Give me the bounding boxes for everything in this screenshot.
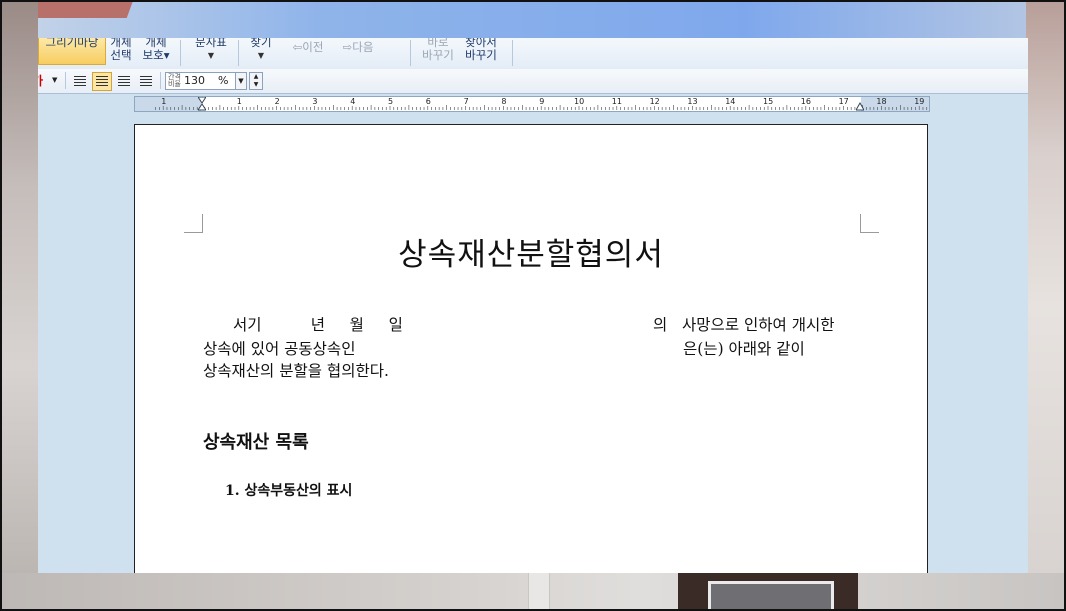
building-window	[678, 573, 858, 611]
next-button[interactable]: ⇨다음	[334, 38, 382, 68]
ruler-label: 7	[463, 97, 469, 106]
quick-replace-label-2: 바꾸기	[422, 48, 454, 62]
subsection-heading: 1. 상속부동산의 표시	[225, 483, 353, 499]
align-right-icon	[140, 76, 152, 87]
body-line-1-left: 서기 년 월 일	[233, 316, 403, 334]
align-left-button[interactable]	[92, 72, 112, 91]
drawing-mode-label: 그리기마당	[45, 38, 99, 49]
toolbar-separator	[160, 72, 161, 89]
ribbon-separator	[180, 40, 181, 66]
ruler-label: 12	[649, 97, 660, 106]
chevron-down-icon: ▼	[52, 76, 58, 84]
font-color-button[interactable]: 가	[38, 72, 50, 89]
body-line-2-right: 은(는) 아래와 같이	[683, 340, 805, 358]
section-heading: 상속재산 목록	[203, 432, 309, 453]
body-line-1-right: 의 사망으로 인하여 개시한	[653, 316, 835, 334]
left-wall	[0, 0, 38, 611]
ruler-label: 13	[687, 97, 698, 106]
font-color-dropdown[interactable]: ▼	[52, 72, 60, 89]
body-line-3: 상속재산의 분할을 협의한다.	[203, 362, 389, 380]
align-center-icon	[118, 76, 130, 87]
drawing-mode-button[interactable]: 그리기마당	[38, 38, 106, 65]
line-spacing-dropdown[interactable]: ▼	[235, 72, 247, 90]
align-justify-icon	[74, 76, 86, 87]
ruler-label: 11	[611, 97, 622, 106]
find-button[interactable]: 찾기 ▼	[244, 38, 278, 68]
align-right-button[interactable]	[136, 72, 156, 91]
ruler-label: 8	[501, 97, 507, 106]
ruler-label: 3	[312, 97, 318, 106]
ribbon-separator	[238, 40, 239, 66]
spin-up-icon: ▲	[253, 73, 259, 80]
ruler-label: 15	[763, 97, 774, 106]
select-object-label-2: 선택	[110, 48, 132, 62]
ribbon: 그리기마당 개체 선택 개체 보호▾ 문자표 ▼ 찾기 ▼ ⇦이전 ⇨다음 바로…	[38, 38, 1028, 70]
align-left-icon	[96, 76, 108, 87]
ruler-label: 18	[876, 97, 887, 106]
toolbar-separator	[65, 72, 66, 89]
ruler-label: 19	[914, 97, 925, 106]
select-object-button[interactable]: 개체 선택	[106, 38, 136, 68]
ruler-label: 2	[274, 97, 280, 106]
line-spacing-value: 130	[184, 74, 205, 87]
find-label: 찾기	[250, 38, 272, 49]
horizontal-ruler[interactable]: 1 1 2 3 4 5 6 7 8 9 10 11 12 13 14 15 16 17 18 19	[134, 96, 930, 112]
ruler-label: 10	[574, 97, 585, 106]
document-page[interactable]: 상속재산분할협의서 서기 년 월 일 의 사망으로 인하여 개시한 상속에 있어…	[134, 124, 928, 573]
line-spacing-spinner[interactable]: ▲ ▼	[249, 72, 263, 90]
find-replace-button[interactable]: 찾아서 바꾸기	[460, 38, 502, 68]
ruler-label: 1	[161, 97, 167, 106]
char-map-button[interactable]: 문자표 ▼	[188, 38, 234, 68]
format-toolbar: 가 ▼ 간격 비율 130 % ▼ ▲▼	[38, 69, 1028, 94]
document-area[interactable]: 상속재산분할협의서 서기 년 월 일 의 사망으로 인하여 개시한 상속에 있어…	[38, 112, 1028, 573]
ribbon-separator	[512, 40, 513, 66]
ribbon-separator	[410, 40, 411, 66]
protect-object-button[interactable]: 개체 보호▾	[138, 38, 174, 68]
body-line-2-left: 상속에 있어 공동상속인	[203, 340, 356, 358]
arrow-right-icon: ⇨	[342, 40, 353, 54]
right-indent-marker-icon[interactable]	[856, 97, 864, 111]
prev-button[interactable]: ⇦이전	[284, 38, 332, 68]
chevron-down-icon: ▼	[238, 77, 244, 85]
window-pane	[708, 581, 834, 611]
line-spacing-icon: 간격 비율	[168, 73, 181, 88]
ruler-label: 4	[350, 97, 356, 106]
ruler-label: 14	[725, 97, 736, 106]
document-title: 상속재산분할협의서	[398, 237, 664, 273]
prev-label: 이전	[302, 40, 324, 54]
right-wall	[1026, 0, 1066, 611]
ruler-label: 5	[388, 97, 394, 106]
ruler-label: 1	[236, 97, 242, 106]
line-spacing-input[interactable]: 간격 비율 130 %	[165, 72, 237, 90]
line-spacing-unit: %	[218, 74, 229, 87]
protect-object-label-2: 보호▾	[142, 48, 170, 62]
spin-down-icon: ▼	[253, 81, 259, 88]
find-replace-label-2: 바꾸기	[465, 48, 497, 62]
indent-marker-icon[interactable]	[198, 97, 206, 111]
chevron-down-icon: ▼	[207, 51, 215, 60]
justify-button[interactable]	[70, 72, 90, 91]
font-color-label: 가	[38, 74, 43, 88]
ruler-label: 9	[539, 97, 545, 106]
next-label: 다음	[352, 40, 374, 54]
word-processor-window: 그리기마당 개체 선택 개체 보호▾ 문자표 ▼ 찾기 ▼ ⇦이전 ⇨다음 바로…	[38, 38, 1028, 573]
quick-replace-button[interactable]: 바로 바꾸기	[418, 38, 458, 68]
align-center-button[interactable]	[114, 72, 134, 91]
arrow-left-icon: ⇦	[292, 40, 303, 54]
ruler-label: 6	[425, 97, 431, 106]
char-map-label: 문자표	[195, 38, 227, 49]
ruler-label: 16	[800, 97, 811, 106]
sky	[0, 0, 1066, 40]
drain-pipe	[528, 573, 550, 611]
chevron-down-icon: ▼	[257, 51, 265, 60]
ruler-label: 17	[838, 97, 849, 106]
